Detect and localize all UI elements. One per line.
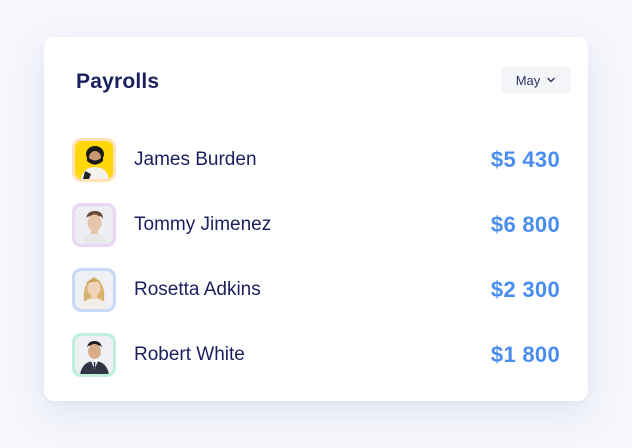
payroll-amount: $1 800: [490, 342, 560, 367]
person-photo-icon: [75, 271, 113, 309]
payroll-row[interactable]: Tommy Jimenez $6 800: [72, 203, 560, 247]
employee-name: Rosetta Adkins: [134, 279, 261, 300]
person-photo-icon: [75, 141, 113, 179]
chevron-down-icon: [546, 75, 556, 85]
employee-name: James Burden: [134, 149, 257, 170]
avatar: [72, 268, 116, 312]
payroll-amount: $6 800: [490, 212, 560, 237]
avatar: [72, 333, 116, 377]
payrolls-card: Payrolls May James Burden $5 430 Tommy J…: [44, 37, 588, 401]
payroll-row[interactable]: Rosetta Adkins $2 300: [72, 268, 560, 312]
avatar: [72, 138, 116, 182]
payroll-list: James Burden $5 430 Tommy Jimenez $6 800: [72, 138, 560, 398]
month-dropdown[interactable]: May: [501, 67, 571, 93]
month-dropdown-value: May: [515, 72, 541, 88]
employee-name: Tommy Jimenez: [134, 214, 272, 235]
card-title: Payrolls: [76, 70, 160, 93]
payroll-amount: $5 430: [490, 147, 560, 172]
person-photo-icon: [75, 336, 113, 374]
payroll-row[interactable]: Robert White $1 800: [72, 333, 560, 377]
avatar: [72, 203, 116, 247]
payroll-amount: $2 300: [490, 277, 560, 302]
employee-name: Robert White: [134, 344, 245, 365]
payroll-row[interactable]: James Burden $5 430: [72, 138, 560, 182]
person-photo-icon: [75, 206, 113, 244]
